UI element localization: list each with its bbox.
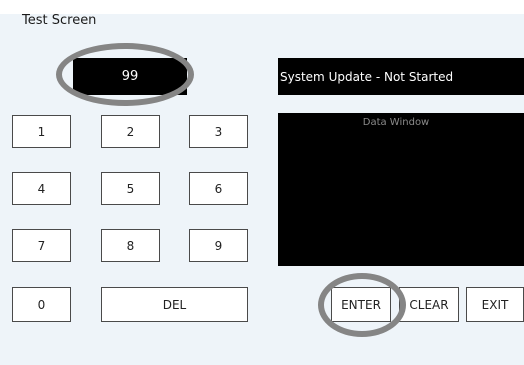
key-3[interactable]: 3 bbox=[189, 115, 248, 148]
clear-button[interactable]: CLEAR bbox=[399, 287, 459, 322]
screen-title: Test Screen bbox=[22, 13, 97, 28]
exit-button[interactable]: EXIT bbox=[466, 287, 524, 322]
key-7[interactable]: 7 bbox=[12, 229, 71, 262]
delete-button[interactable]: DEL bbox=[101, 287, 248, 322]
key-6[interactable]: 6 bbox=[189, 172, 248, 205]
enter-button[interactable]: ENTER bbox=[331, 287, 391, 322]
key-0[interactable]: 0 bbox=[12, 287, 71, 322]
test-screen: Test Screen 99 System Update - Not Start… bbox=[0, 0, 524, 365]
status-display: System Update - Not Started bbox=[278, 58, 524, 95]
key-4[interactable]: 4 bbox=[12, 172, 71, 205]
key-5[interactable]: 5 bbox=[101, 172, 160, 205]
key-1[interactable]: 1 bbox=[12, 115, 71, 148]
data-window: Data Window bbox=[278, 113, 524, 266]
number-display: 99 bbox=[73, 58, 187, 95]
key-9[interactable]: 9 bbox=[189, 229, 248, 262]
key-2[interactable]: 2 bbox=[101, 115, 160, 148]
title-bar bbox=[0, 0, 524, 14]
data-window-label: Data Window bbox=[362, 117, 430, 128]
key-8[interactable]: 8 bbox=[101, 229, 160, 262]
